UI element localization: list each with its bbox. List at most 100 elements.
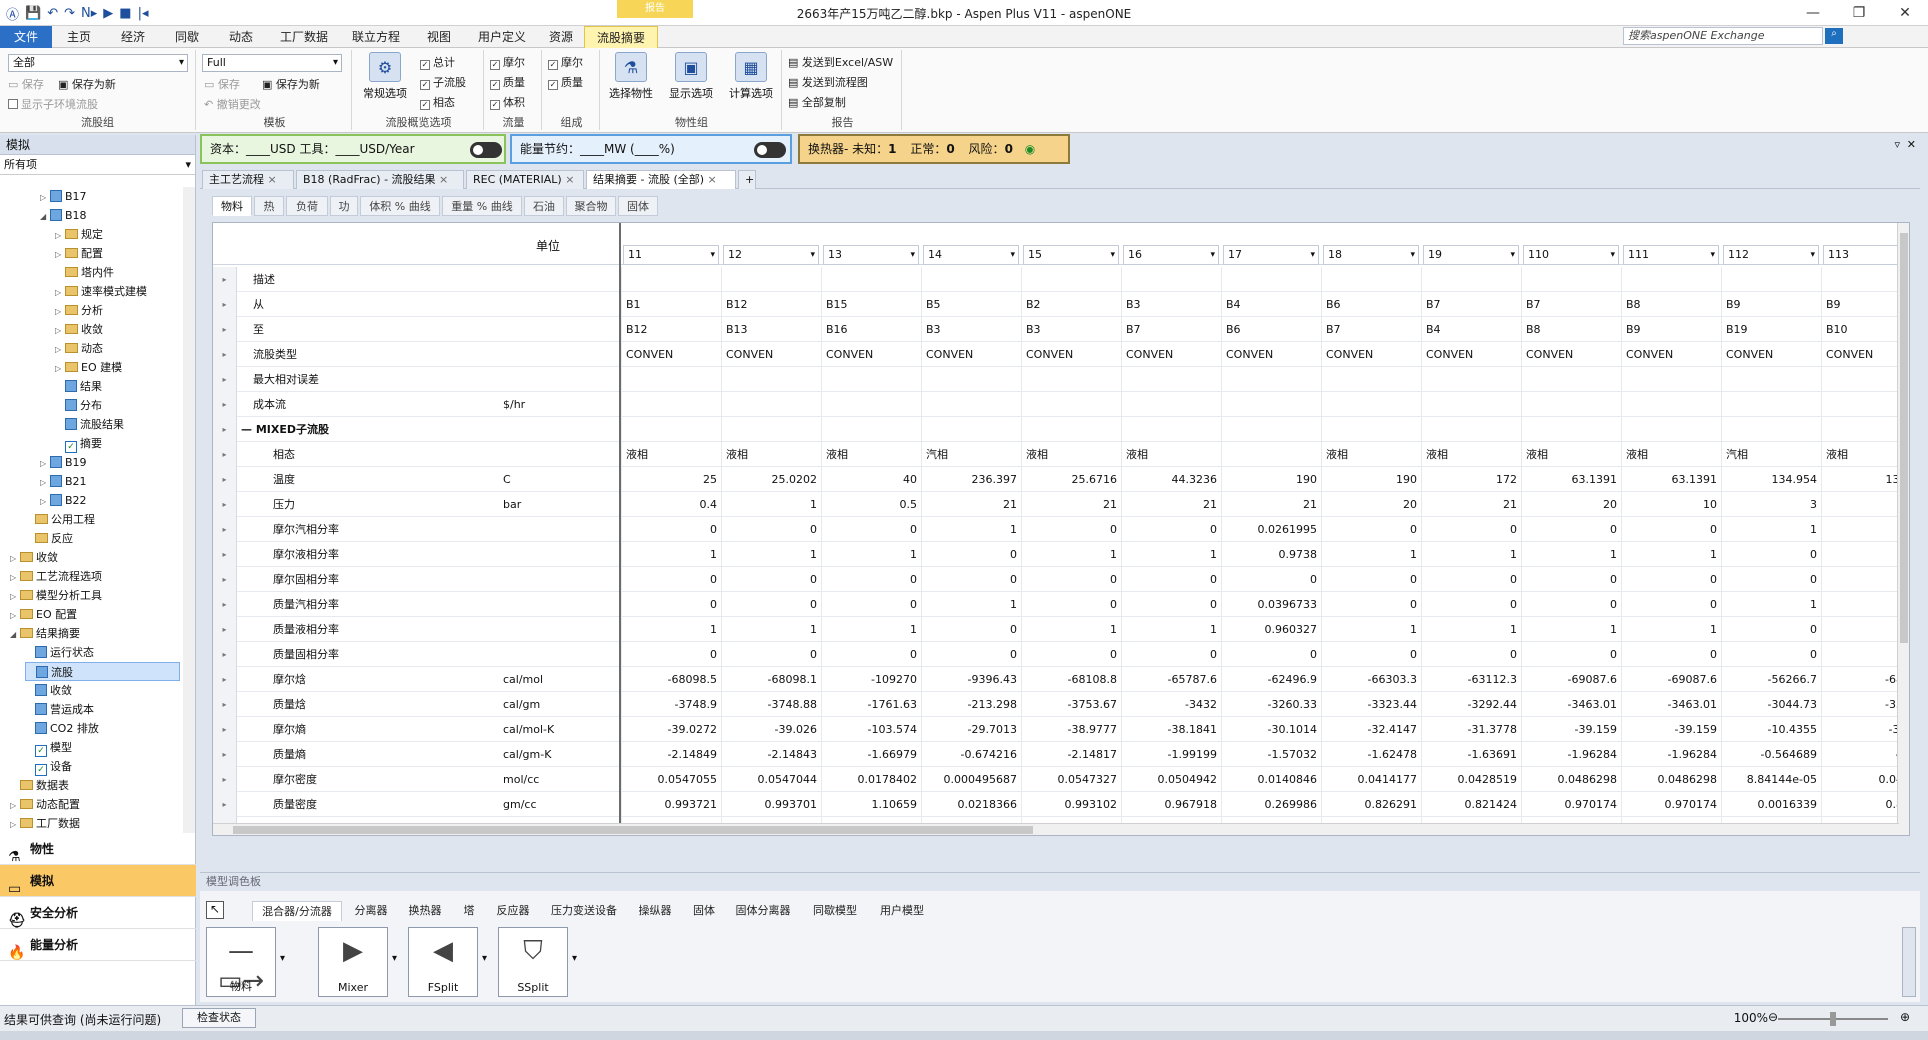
table-cell[interactable]: 0 <box>621 642 721 667</box>
stream-column-select[interactable]: 14 <box>923 245 1019 265</box>
palette-tab[interactable]: 用户模型 <box>872 901 932 921</box>
table-cell[interactable]: 10 <box>1621 492 1721 517</box>
tree-item[interactable]: ▷ B22 <box>40 491 180 510</box>
table-cell[interactable]: 0 <box>1721 567 1821 592</box>
expander-icon[interactable]: ▷ <box>55 226 65 245</box>
menu-tab[interactable]: 视图 <box>412 26 466 48</box>
table-cell[interactable]: 1 <box>621 542 721 567</box>
expander-icon[interactable]: ▷ <box>55 245 65 264</box>
palette-tab[interactable]: 压力变送设备 <box>542 901 626 921</box>
new-tab-icon[interactable]: + <box>738 170 756 189</box>
template-save-button[interactable]: ▭ 保存 <box>204 76 240 92</box>
table-cell[interactable] <box>1021 367 1121 392</box>
table-cell[interactable]: 0 <box>921 617 1021 642</box>
expander-icon[interactable]: ◢ <box>10 625 20 644</box>
tree-item[interactable]: 塔内件 <box>55 263 180 282</box>
table-cell[interactable]: 1 <box>1721 592 1821 617</box>
flow-mole-checkbox[interactable]: ✓ 摩尔 <box>490 54 525 70</box>
pointer-tool-icon[interactable]: ↖ <box>206 901 224 919</box>
flow-volume-checkbox[interactable]: ✓ 体积 <box>490 94 525 110</box>
table-cell[interactable]: 1 <box>1721 517 1821 542</box>
comp-mass-checkbox[interactable]: ✓ 质量 <box>548 74 583 90</box>
table-cell[interactable]: -3463.01 <box>1521 692 1621 717</box>
table-cell[interactable]: 0.821424 <box>1421 792 1521 817</box>
table-cell[interactable] <box>1521 417 1621 442</box>
menu-tab[interactable]: 用户定义 <box>466 26 538 48</box>
tree-item[interactable]: ▷ 分析 <box>55 301 180 320</box>
tree-item[interactable]: ▷ B17 <box>40 187 180 206</box>
table-cell[interactable]: 1 <box>1621 617 1721 642</box>
table-cell[interactable]: -2.14843 <box>721 742 821 767</box>
table-cell[interactable]: 1 <box>721 617 821 642</box>
expander-icon[interactable]: ▷ <box>55 321 65 340</box>
menu-tab[interactable]: 主页 <box>52 26 106 48</box>
table-cell[interactable] <box>1021 267 1121 292</box>
table-cell[interactable]: B19 <box>1721 317 1821 342</box>
table-cell[interactable]: 0 <box>921 567 1021 592</box>
table-cell[interactable]: 1 <box>1421 617 1521 642</box>
table-cell[interactable]: 0 <box>1021 592 1121 617</box>
table-cell[interactable]: B12 <box>721 292 821 317</box>
palette-block[interactable]: ◀ FSplit <box>408 927 478 997</box>
table-cell[interactable]: 0 <box>1721 542 1821 567</box>
energy-toggle[interactable] <box>754 142 786 158</box>
expander-icon[interactable]: ▷ <box>10 568 20 587</box>
table-cell[interactable]: 0 <box>1221 567 1321 592</box>
table-cell[interactable]: 0.5 <box>821 492 921 517</box>
table-cell[interactable] <box>821 417 921 442</box>
expander-icon[interactable]: ▷ <box>10 606 20 625</box>
table-cell[interactable]: 63.1391 <box>1521 467 1621 492</box>
row-header[interactable]: ▸ <box>213 367 237 392</box>
table-cell[interactable]: -68108.8 <box>1021 667 1121 692</box>
menu-tab[interactable]: 经济 <box>106 26 160 48</box>
table-cell[interactable]: 0.0178402 <box>821 767 921 792</box>
capital-toggle[interactable] <box>470 142 502 158</box>
palette-tab[interactable]: 混合器/分流器 <box>252 901 342 921</box>
table-cell[interactable]: 0.0486298 <box>1621 767 1721 792</box>
table-cell[interactable]: -3292.44 <box>1421 692 1521 717</box>
tree-item[interactable]: ▷ 配置 <box>55 244 180 263</box>
table-cell[interactable]: 0 <box>721 592 821 617</box>
table-cell[interactable] <box>621 417 721 442</box>
table-cell[interactable] <box>621 392 721 417</box>
display-options-button[interactable]: ▣ 显示选项 <box>662 52 720 101</box>
select-properties-button[interactable]: ⚗ 选择物性 <box>602 52 660 101</box>
table-cell[interactable] <box>1221 367 1321 392</box>
table-cell[interactable]: 0.993102 <box>1021 792 1121 817</box>
substream-checkbox[interactable]: ✓ 子流股 <box>420 74 466 90</box>
table-cell[interactable]: 液相 <box>1521 442 1621 467</box>
table-cell[interactable]: 0.993701 <box>721 792 821 817</box>
close-tab-icon[interactable]: × <box>436 173 448 186</box>
result-tab[interactable]: 功 <box>330 196 358 216</box>
table-cell[interactable]: CONVEN <box>1021 342 1121 367</box>
table-cell[interactable]: -1.96284 <box>1621 742 1721 767</box>
table-cell[interactable]: B1 <box>621 292 721 317</box>
tree-item[interactable]: ▷ 工厂数据 <box>10 814 180 833</box>
expander-icon[interactable]: ▷ <box>40 454 50 473</box>
result-tab[interactable]: 负荷 <box>286 196 328 216</box>
table-cell[interactable]: 液相 <box>1421 442 1521 467</box>
table-cell[interactable]: 0 <box>621 592 721 617</box>
table-cell[interactable]: CONVEN <box>1221 342 1321 367</box>
table-cell[interactable]: 1 <box>1421 542 1521 567</box>
table-cell[interactable] <box>1321 367 1421 392</box>
table-cell[interactable]: CONVEN <box>721 342 821 367</box>
row-header[interactable]: ▸ <box>213 517 237 542</box>
palette-block[interactable]: ⛉ SSplit <box>498 927 568 997</box>
table-cell[interactable]: 液相 <box>1021 442 1121 467</box>
status-ok-icon[interactable]: ◉ <box>1025 142 1035 156</box>
table-cell[interactable]: 0.0504942 <box>1121 767 1221 792</box>
template-combo[interactable]: Full <box>202 54 342 72</box>
expander-icon[interactable]: ▷ <box>55 359 65 378</box>
row-header[interactable]: ▸ <box>213 492 237 517</box>
row-header[interactable]: ▸ <box>213 267 237 292</box>
result-tab[interactable]: 重量 % 曲线 <box>442 196 522 216</box>
table-cell[interactable] <box>1021 392 1121 417</box>
palette-tab[interactable]: 反应器 <box>488 901 538 921</box>
table-cell[interactable]: -1761.63 <box>821 692 921 717</box>
tree-item[interactable]: ▷ 动态 <box>55 339 180 358</box>
table-cell[interactable]: -29.7013 <box>921 717 1021 742</box>
tree-item[interactable]: ▷ EO 建模 <box>55 358 180 377</box>
table-cell[interactable]: -3260.33 <box>1221 692 1321 717</box>
table-cell[interactable]: 25 <box>621 467 721 492</box>
